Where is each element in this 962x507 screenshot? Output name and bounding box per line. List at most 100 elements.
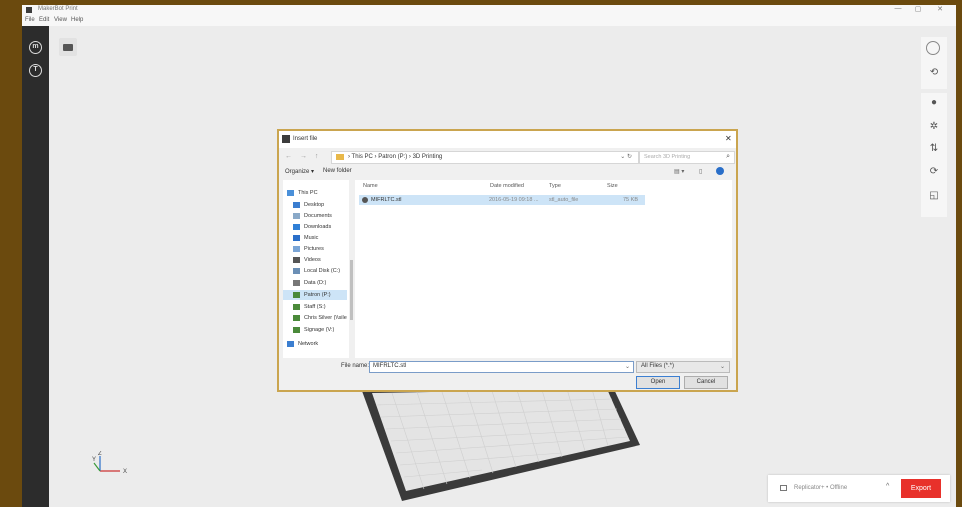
documents-icon (293, 213, 300, 219)
file-name-input[interactable]: MIFRLTC.stl ⌄ (369, 361, 634, 373)
column-name[interactable]: Name (363, 183, 378, 189)
folder-icon (336, 154, 344, 160)
open-button[interactable]: Open (636, 376, 680, 389)
menu-edit[interactable]: Edit (39, 17, 49, 23)
insert-file-dialog: Insert file ✕ ← → ↑ › This PC › Patron (… (277, 129, 738, 392)
nav-item-label: Data (D:) (304, 280, 327, 286)
downloads-icon (293, 224, 300, 230)
build-plate (362, 385, 640, 501)
nav-item-network[interactable]: Network (283, 339, 347, 349)
z-axis-label: Z (98, 451, 102, 457)
chevron-up-icon[interactable]: ^ (886, 483, 889, 490)
dialog-title-bar: Insert file ✕ (279, 131, 736, 148)
open-folder-button[interactable] (59, 38, 77, 56)
nav-item-data-d[interactable]: Data (D:) (283, 278, 347, 288)
move-icon[interactable]: ⇅ (928, 143, 940, 155)
column-type[interactable]: Type (549, 183, 561, 189)
column-date[interactable]: Date modified (490, 183, 524, 189)
nav-item-label: Desktop (304, 202, 325, 208)
nav-arrows[interactable]: ← → ↑ (285, 153, 321, 160)
tools-toolbar: ● ✲ ⇅ ⟳ ◱ (921, 93, 947, 217)
menu-bar: File Edit View Help (22, 16, 956, 26)
music-icon (293, 235, 300, 241)
nav-item-label: Chris Silver (\\sile (304, 315, 347, 321)
file-size: 75 KB (623, 197, 638, 203)
search-input[interactable]: Search 3D Printing ⌕ (639, 151, 735, 164)
printer-status[interactable]: Replicator+ • Offline (794, 485, 847, 491)
navigation-pane: This PC Desktop Documents Downloads Music Pic… (283, 180, 354, 358)
nav-item-signage-v[interactable]: Signage (V:) (283, 325, 347, 335)
nav-item-music[interactable]: Music (283, 233, 347, 243)
nav-item-staff-s[interactable]: Staff (S:) (283, 302, 347, 312)
nav-item-downloads[interactable]: Downloads (283, 222, 347, 232)
file-date: 2016-05-19 09:18 ... (489, 197, 539, 203)
address-bar[interactable]: › This PC › Patron (P:) › 3D Printing ⌄ … (331, 151, 639, 164)
nav-item-label: Music (304, 235, 319, 241)
rotate-view-icon[interactable]: ⟲ (928, 67, 940, 79)
nav-item-documents[interactable]: Documents (283, 211, 347, 221)
stl-file-icon (362, 197, 368, 203)
address-row: ← → ↑ › This PC › Patron (P:) › 3D Print… (283, 151, 735, 164)
disk-icon (293, 268, 300, 274)
info-icon[interactable]: ● (928, 97, 940, 109)
nav-item-label: Pictures (304, 246, 324, 252)
axis-indicator: X Y Z (92, 451, 127, 475)
breadcrumb[interactable]: › This PC › Patron (P:) › 3D Printing (348, 154, 442, 160)
cancel-button[interactable]: Cancel (684, 376, 728, 389)
network-drive-icon (293, 292, 300, 298)
scrollbar-thumb[interactable] (350, 260, 353, 320)
title-bar: MakerBot Print — ▢ ✕ (22, 5, 956, 16)
menu-help[interactable]: Help (71, 17, 83, 23)
chevron-down-icon: ⌄ (719, 364, 725, 370)
nav-item-this-pc[interactable]: This PC (283, 188, 347, 198)
desktop-icon (293, 202, 300, 208)
file-type-select[interactable]: All Files (*.*) ⌄ (636, 361, 730, 373)
y-axis-label: Y (92, 457, 96, 463)
nav-item-patron-p[interactable]: Patron (P:) (283, 290, 347, 300)
window-title: MakerBot Print (38, 6, 78, 12)
printer-icon (780, 485, 787, 491)
thingiverse-icon[interactable]: T (29, 64, 42, 77)
organize-button[interactable]: Organize ▾ (285, 168, 314, 175)
export-button[interactable]: Export (901, 479, 941, 498)
menu-file[interactable]: File (25, 17, 35, 23)
search-placeholder: Search 3D Printing (644, 154, 691, 160)
settings-icon[interactable]: ✲ (928, 121, 940, 133)
new-folder-button[interactable]: New folder (323, 168, 352, 174)
pictures-icon (293, 246, 300, 252)
network-icon (287, 341, 294, 347)
search-icon[interactable]: ⌕ (726, 153, 730, 161)
nav-item-label: Network (298, 341, 319, 347)
nav-scrollbar[interactable] (349, 180, 354, 358)
chevron-down-icon[interactable]: ⌄ (625, 363, 630, 370)
scale-icon[interactable]: ◱ (928, 190, 940, 202)
minimize-button[interactable]: — (890, 5, 906, 12)
nav-item-chris-silver-sile[interactable]: Chris Silver (\\sile (283, 313, 347, 323)
makerbot-logo-icon[interactable]: m (29, 41, 42, 54)
preview-pane-icon[interactable]: ▯ (699, 168, 702, 175)
menu-view[interactable]: View (54, 17, 67, 23)
view-cube-icon[interactable] (926, 41, 940, 55)
dialog-close-button[interactable]: ✕ (725, 134, 732, 143)
help-icon[interactable] (716, 167, 724, 175)
close-window-button[interactable]: ✕ (932, 5, 948, 13)
nav-item-label: Videos (304, 257, 321, 263)
view-options-icon[interactable]: ▤ ▾ (674, 168, 684, 175)
x-axis-label: X (123, 469, 127, 475)
nav-item-label: Patron (P:) (304, 292, 331, 298)
nav-item-videos[interactable]: Videos (283, 255, 347, 265)
address-dropdown-refresh[interactable]: ⌄ ↻ (620, 153, 632, 160)
nav-item-desktop[interactable]: Desktop (283, 200, 347, 210)
app-logo-icon (26, 7, 32, 13)
file-list: Name Date modified Type Size MIFRLTC.stl… (355, 180, 732, 358)
column-size[interactable]: Size (607, 183, 618, 189)
rotate-icon[interactable]: ⟳ (928, 166, 940, 178)
file-name-label: File name: (341, 363, 370, 369)
nav-item-label: Documents (304, 213, 332, 219)
maximize-button[interactable]: ▢ (910, 5, 926, 13)
nav-item-local-disk-c[interactable]: Local Disk (C:) (283, 266, 347, 276)
file-row[interactable]: MIFRLTC.stl 2016-05-19 09:18 ... stl_aut… (359, 195, 645, 205)
videos-icon (293, 257, 300, 263)
file-type-value: All Files (*.*) (641, 363, 675, 369)
nav-item-pictures[interactable]: Pictures (283, 244, 347, 254)
